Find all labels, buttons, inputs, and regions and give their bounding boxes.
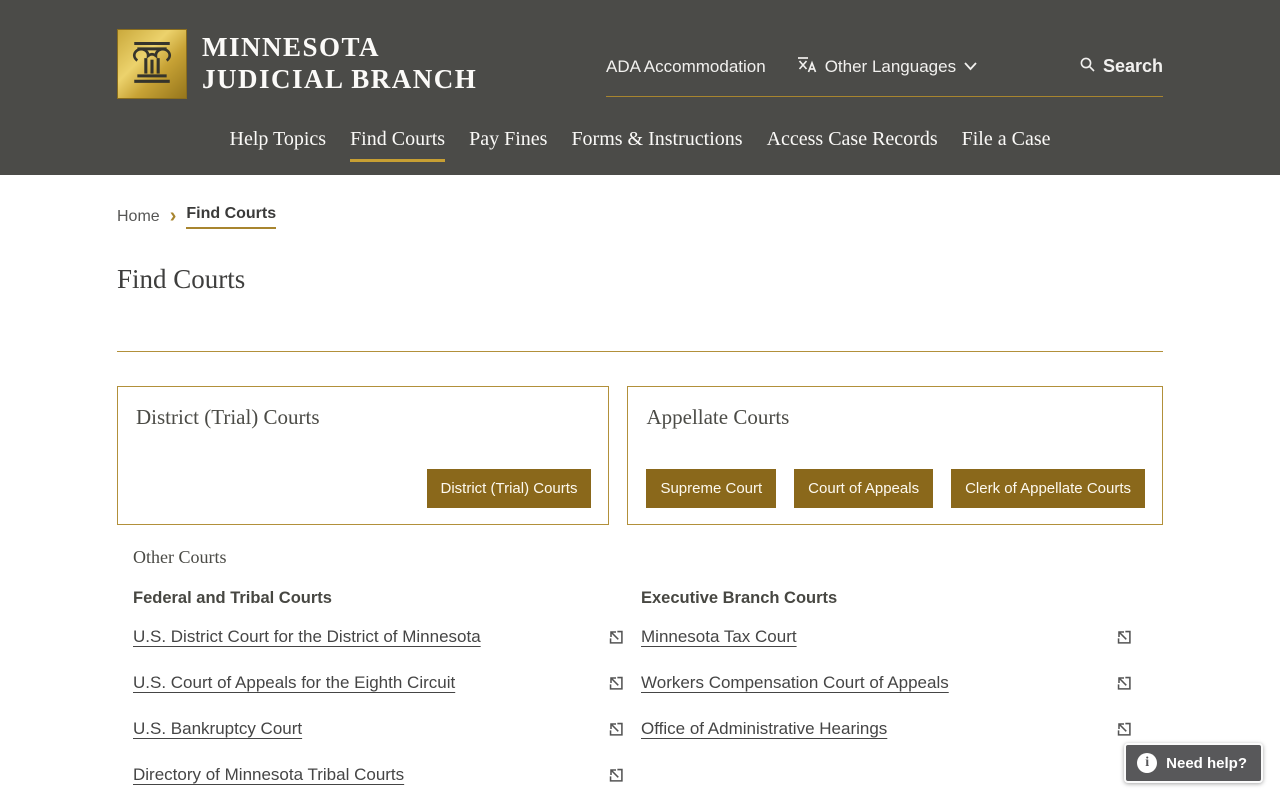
list-item: U.S. Court of Appeals for the Eighth Cir… [133,668,626,698]
other-courts-title: Other Courts [133,547,227,567]
ada-accommodation-link[interactable]: ADA Accommodation [606,57,766,77]
federal-tribal-column: Federal and Tribal Courts U.S. District … [133,589,626,800]
executive-branch-heading: Executive Branch Courts [641,589,838,607]
info-icon: i [1137,753,1158,773]
breadcrumb: Home › Find Courts [117,205,1163,229]
main-content: Home › Find Courts Find Courts District … [117,205,1163,800]
search-icon [1079,56,1096,78]
supreme-court-button[interactable]: Supreme Court [646,469,777,508]
nav-access-case-records[interactable]: Access Case Records [767,128,938,162]
nav-file-a-case[interactable]: File a Case [962,128,1051,162]
nav-forms-instructions[interactable]: Forms & Instructions [571,128,742,162]
need-help-label: Need help? [1166,754,1247,772]
breadcrumb-chevron-icon: › [169,204,177,227]
appellate-courts-card-title: Appellate Courts [646,405,790,429]
link-tribal-courts-directory[interactable]: Directory of Minnesota Tribal Courts [133,765,404,785]
district-courts-card: District (Trial) Courts District (Trial)… [117,386,610,525]
list-item: U.S. Bankruptcy Court [133,714,626,744]
column-pillar-icon [125,35,179,94]
brand-title: MINNESOTA JUDICIAL BRANCH [202,32,477,96]
external-link-icon[interactable] [606,765,626,785]
section-divider [117,351,1163,352]
executive-branch-column: Executive Branch Courts Minnesota Tax Co… [641,589,1134,800]
brand-line-2: JUDICIAL BRANCH [202,63,478,94]
clerk-of-appellate-courts-button[interactable]: Clerk of Appellate Courts [951,469,1145,508]
breadcrumb-home-link[interactable]: Home [117,208,160,226]
list-item: U.S. District Court for the District of … [133,622,626,652]
need-help-button[interactable]: i Need help? [1124,743,1263,783]
list-item: Minnesota Tax Court [641,622,1134,652]
list-item: Office of Administrative Hearings [641,714,1134,744]
page-title: Find Courts [117,264,246,294]
list-item: Directory of Minnesota Tribal Courts [133,760,626,790]
external-link-icon[interactable] [1114,673,1134,693]
external-link-icon[interactable] [606,627,626,647]
district-courts-card-title: District (Trial) Courts [136,405,320,429]
external-link-icon[interactable] [606,719,626,739]
translate-icon [794,52,818,81]
ada-accommodation-label: ADA Accommodation [606,56,766,76]
federal-tribal-heading: Federal and Tribal Courts [133,589,332,607]
brand-line-1: MINNESOTA [202,32,381,62]
link-office-administrative-hearings[interactable]: Office of Administrative Hearings [641,719,887,739]
other-courts-section: Other Courts Federal and Tribal Courts U… [117,547,1163,800]
list-item: Workers Compensation Court of Appeals [641,668,1134,698]
breadcrumb-current: Find Courts [186,205,277,229]
external-link-icon[interactable] [1114,719,1134,739]
utility-nav: ADA Accommodation Other Languages Search [606,52,1163,97]
link-us-court-of-appeals[interactable]: U.S. Court of Appeals for the Eighth Cir… [133,673,455,693]
link-workers-compensation-court[interactable]: Workers Compensation Court of Appeals [641,673,949,693]
court-of-appeals-button[interactable]: Court of Appeals [794,469,934,508]
district-trial-courts-button[interactable]: District (Trial) Courts [426,469,592,508]
nav-help-topics[interactable]: Help Topics [230,128,327,162]
brand-logo[interactable] [117,29,187,99]
nav-find-courts[interactable]: Find Courts [350,128,446,162]
search-label: Search [1102,56,1163,76]
link-us-district-court[interactable]: U.S. District Court for the District of … [133,627,481,647]
chevron-down-icon [963,57,978,77]
external-link-icon[interactable] [606,673,626,693]
external-link-icon[interactable] [1114,627,1134,647]
nav-pay-fines[interactable]: Pay Fines [469,128,547,162]
search-button[interactable]: Search [1079,56,1163,78]
link-minnesota-tax-court[interactable]: Minnesota Tax Court [641,627,797,647]
site-header: MINNESOTA JUDICIAL BRANCH ADA Accommodat… [0,0,1280,175]
main-nav: Help Topics Find Courts Pay Fines Forms … [117,128,1163,162]
appellate-courts-card: Appellate Courts Supreme Court Court of … [627,386,1163,525]
link-us-bankruptcy-court[interactable]: U.S. Bankruptcy Court [133,719,302,739]
other-languages-label: Other Languages [824,56,957,76]
court-cards: District (Trial) Courts District (Trial)… [117,386,1163,525]
other-languages-menu[interactable]: Other Languages [794,52,978,81]
